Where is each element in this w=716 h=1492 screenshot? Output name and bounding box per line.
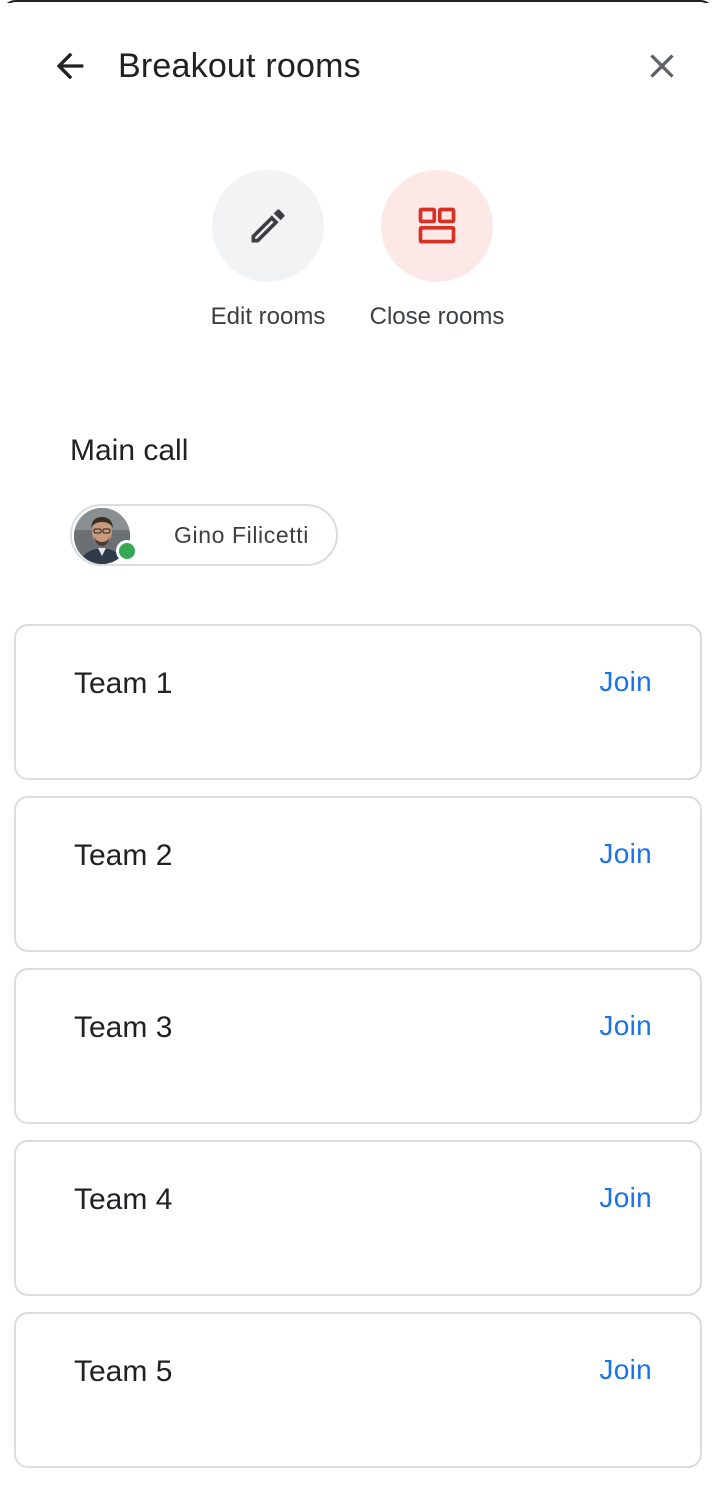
panel-border <box>0 0 716 16</box>
close-icon <box>650 54 674 78</box>
back-button[interactable] <box>42 38 98 94</box>
join-room-button[interactable]: Join <box>599 662 652 702</box>
join-room-button[interactable]: Join <box>599 1006 652 1046</box>
rooms-list: Team 1 Join Team 2 Join Team 3 Join Team… <box>14 624 702 1484</box>
participant-name: Gino Filicetti <box>174 522 309 548</box>
room-card-team-5: Team 5 Join <box>14 1312 702 1468</box>
grid-icon <box>418 207 456 244</box>
close-rooms-label: Close rooms <box>369 303 505 330</box>
room-card-team-1: Team 1 Join <box>14 624 702 780</box>
edit-rooms-label: Edit rooms <box>210 303 326 330</box>
join-room-button[interactable]: Join <box>599 1350 652 1390</box>
header: Breakout rooms <box>0 28 716 104</box>
edit-rooms-button[interactable] <box>212 170 324 282</box>
participant-chip[interactable]: Gino Filicetti <box>70 504 338 566</box>
room-name: Team 3 <box>74 1011 173 1044</box>
room-name: Team 2 <box>74 839 173 872</box>
arrow-back-icon <box>56 52 84 80</box>
pencil-icon <box>251 209 285 243</box>
close-button[interactable] <box>634 38 690 94</box>
edit-rooms-action: Edit rooms <box>198 170 338 332</box>
join-room-button[interactable]: Join <box>599 1178 652 1218</box>
room-name: Team 1 <box>74 667 173 700</box>
room-card-team-4: Team 4 Join <box>14 1140 702 1296</box>
main-call-heading: Main call <box>70 434 189 467</box>
join-room-button[interactable]: Join <box>599 834 652 874</box>
room-card-team-2: Team 2 Join <box>14 796 702 952</box>
room-name: Team 4 <box>74 1183 173 1216</box>
page-title: Breakout rooms <box>118 47 361 85</box>
room-card-team-3: Team 3 Join <box>14 968 702 1124</box>
room-name: Team 5 <box>74 1355 173 1388</box>
online-status-dot <box>116 540 138 562</box>
close-rooms-action: Close rooms <box>362 170 512 332</box>
close-rooms-button[interactable] <box>381 170 493 282</box>
breakout-rooms-panel: Breakout rooms Edit rooms Close rooms Ma… <box>0 0 716 1492</box>
